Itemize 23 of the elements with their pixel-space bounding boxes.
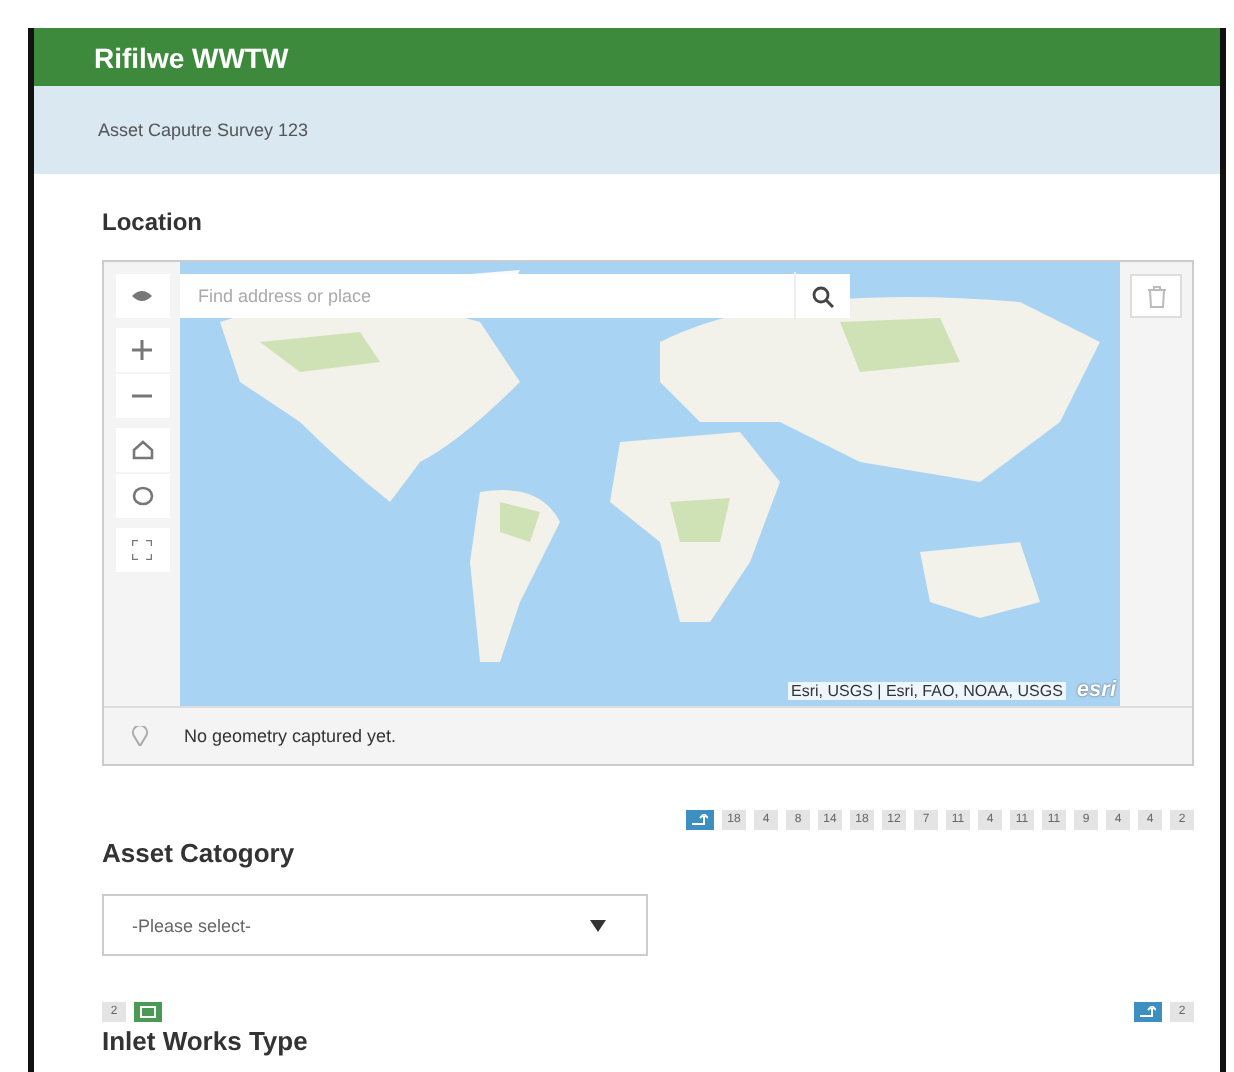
category-dropdown[interactable]: -Please select-: [102, 894, 648, 956]
home-button[interactable]: [115, 428, 169, 472]
house-icon: [131, 440, 153, 460]
eye-icon: [132, 290, 152, 302]
trash-icon: [1147, 285, 1165, 307]
pin-icon: [132, 726, 148, 746]
question-label: Inlet Works Type: [102, 1026, 310, 1056]
zoom-in-button[interactable]: [115, 328, 169, 372]
search-field[interactable]: Find address or place: [180, 274, 850, 318]
form-title: Rifilwe WWTW: [94, 41, 289, 73]
fullscreen-icon: [132, 540, 152, 560]
search-icon: [812, 285, 834, 307]
plus-icon: [132, 340, 152, 360]
question-label: Location: [102, 208, 204, 236]
status-text: No geometry captured yet.: [184, 726, 397, 746]
basemap-button[interactable]: [115, 474, 169, 518]
minus-icon: [132, 394, 152, 398]
question-label: Asset Catogory: [102, 838, 297, 868]
circle-icon: [131, 486, 153, 506]
locate-button[interactable]: [115, 274, 169, 318]
survey-name: Asset Caputre Survey 123: [98, 120, 309, 140]
caret-icon: [590, 919, 606, 931]
map-logo: esri: [1076, 678, 1119, 702]
